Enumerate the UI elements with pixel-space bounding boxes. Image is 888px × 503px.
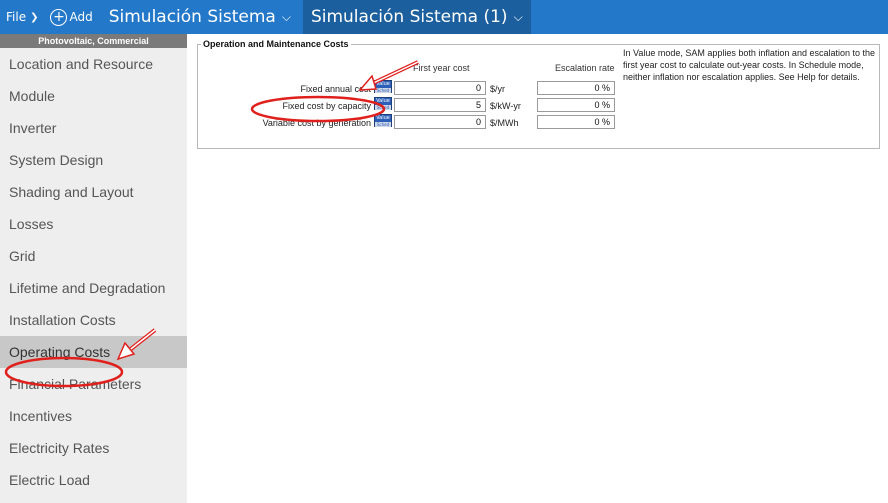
schedule-mode-label: Sched (375, 105, 391, 110)
sidebar-item-location-and-resource[interactable]: Location and Resource (0, 48, 187, 80)
value-mode-label: Value (376, 81, 390, 87)
add-label: Add (69, 10, 93, 24)
variable-cost-by-generation-input[interactable]: 0 (394, 115, 486, 129)
sidebar-item-incentives[interactable]: Incentives (0, 400, 187, 432)
sidebar-item-inverter[interactable]: Inverter (0, 112, 187, 144)
value-schedule-toggle[interactable]: Value Sched (374, 97, 392, 110)
sidebar-item-losses[interactable]: Losses (0, 208, 187, 240)
fixed-annual-cost-label: Fixed annual cost (300, 84, 371, 94)
sidebar-item-electric-load[interactable]: Electric Load (0, 464, 187, 496)
sidebar-item-lifetime-and-degradation[interactable]: Lifetime and Degradation (0, 272, 187, 304)
chevron-down-icon: ❯ (30, 11, 39, 23)
sidebar-item-operating-costs[interactable]: Operating Costs (0, 336, 187, 368)
generation-escalation-input[interactable]: 0 % (537, 115, 615, 129)
case-tab-label: Simulación Sistema (1) (310, 7, 508, 27)
sidebar-item-system-design[interactable]: System Design (0, 144, 187, 176)
chevron-down-icon: ⌵ (513, 9, 523, 24)
case-tab-label: Simulación Sistema (108, 7, 276, 27)
value-schedule-toggle[interactable]: Value Sched (374, 80, 392, 93)
sidebar: Photovoltaic, Commercial Location and Re… (0, 34, 187, 503)
value-mode-label: Value (376, 115, 390, 121)
unit-label: $/yr (490, 84, 506, 94)
om-costs-panel: Operation and Maintenance Costs First ye… (197, 39, 880, 149)
sidebar-item-shading-and-layout[interactable]: Shading and Layout (0, 176, 187, 208)
chevron-down-icon: ⌵ (281, 9, 291, 24)
case-tab-2[interactable]: Simulación Sistema (1) ⌵ (302, 0, 531, 34)
fixed-cost-by-capacity-input[interactable]: 5 (394, 98, 486, 112)
capacity-escalation-input[interactable]: 0 % (537, 98, 615, 112)
value-mode-label: Value (376, 98, 390, 104)
schedule-mode-label: Sched (375, 122, 391, 127)
escalation-rate-header: Escalation rate (555, 63, 615, 73)
sidebar-item-grid[interactable]: Grid (0, 240, 187, 272)
variable-cost-by-generation-label: Variable cost by generation (262, 118, 371, 128)
first-year-cost-header: First year cost (413, 63, 470, 73)
help-note: In Value mode, SAM applies both inflatio… (623, 48, 875, 82)
panel-title: Operation and Maintenance Costs (201, 39, 351, 49)
fixed-cost-by-capacity-label: Fixed cost by capacity (282, 101, 371, 111)
top-toolbar: File ❯ + Add Simulación Sistema ⌵ Simula… (0, 0, 888, 34)
fixed-annual-cost-input[interactable]: 0 (394, 81, 486, 95)
technology-header: Photovoltaic, Commercial (0, 34, 187, 48)
case-tab-1[interactable]: Simulación Sistema ⌵ (105, 0, 295, 34)
schedule-mode-label: Sched (375, 88, 391, 93)
file-menu-label: File (6, 10, 27, 24)
value-schedule-toggle[interactable]: Value Sched (374, 114, 392, 127)
sidebar-item-module[interactable]: Module (0, 80, 187, 112)
sidebar-item-installation-costs[interactable]: Installation Costs (0, 304, 187, 336)
fixed-annual-escalation-input[interactable]: 0 % (537, 81, 615, 95)
add-case-button[interactable]: + Add (50, 8, 93, 26)
file-menu[interactable]: File ❯ (6, 0, 38, 34)
plus-circle-icon: + (50, 8, 68, 26)
sidebar-item-electricity-rates[interactable]: Electricity Rates (0, 432, 187, 464)
sidebar-item-financial-parameters[interactable]: Financial Parameters (0, 368, 187, 400)
unit-label: $/kW-yr (490, 101, 521, 111)
unit-label: $/MWh (490, 118, 519, 128)
